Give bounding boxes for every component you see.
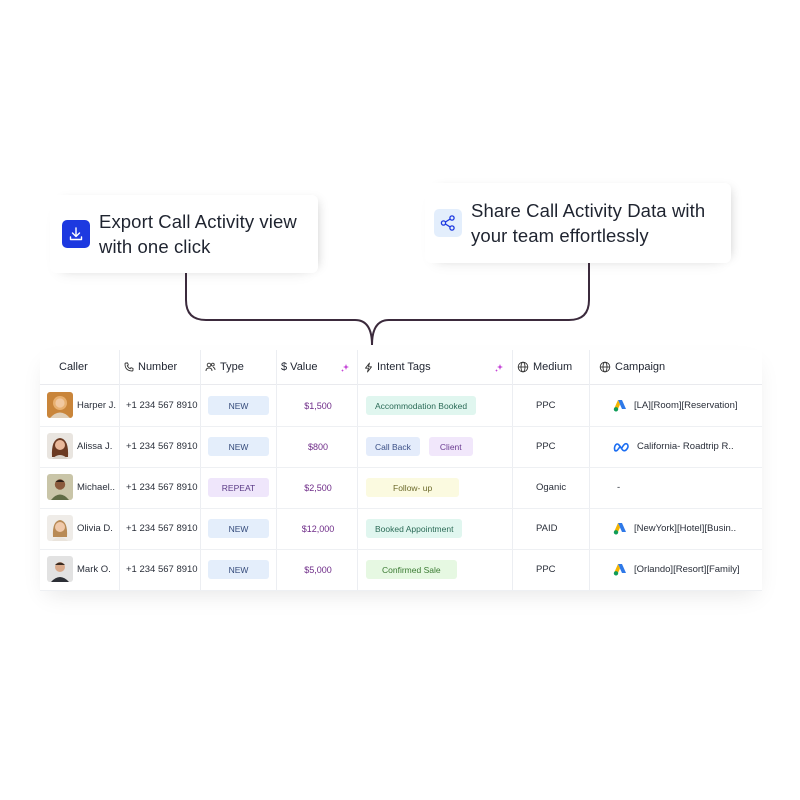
table-header: Caller Number Type $ Value Intent Tags M… [40,350,762,385]
globe-icon [517,361,529,373]
caller-number: +1 234 567 8910 [126,482,198,493]
avatar [47,433,73,459]
avatar [47,515,73,541]
campaign-name: [Orlando][Resort][Family] [634,564,740,575]
type-badge: NEW [208,437,269,456]
intent-tag[interactable]: Client [428,437,473,456]
header-caller[interactable]: Caller [59,350,88,384]
caller-name: Olivia D. [77,523,113,534]
bolt-icon [364,362,373,373]
sparkle-icon [494,360,504,378]
meta-icon [613,442,630,452]
globe-icon [599,361,611,373]
caller-name: Alissa J. [77,441,113,452]
header-value-label: $ Value [281,361,318,373]
campaign-name: [NewYork][Hotel][Busin.. [634,523,737,534]
caller-number: +1 234 567 8910 [126,523,198,534]
intent-tag[interactable]: Call Back [366,437,420,456]
header-medium-label: Medium [533,361,573,373]
avatar [47,556,73,582]
header-type[interactable]: Type [205,350,244,384]
caller-name: Harper J. [77,400,117,411]
users-icon [205,362,216,372]
caller-number: +1 234 567 8910 [126,400,198,411]
call-value: $12,000 [301,523,335,534]
type-badge: NEW [208,519,269,538]
type-badge: NEW [208,560,269,579]
phone-icon [124,362,134,372]
campaign-name: - [617,482,621,493]
avatar [47,474,73,500]
call-activity-table: Caller Number Type $ Value Intent Tags M… [40,350,762,591]
header-intent-label: Intent Tags [377,361,431,373]
table-row[interactable]: Mark O. +1 234 567 8910 NEW $5,000 Confi… [40,549,762,591]
medium-value: PPC [536,564,556,575]
caller-number: +1 234 567 8910 [126,441,198,452]
medium-value: PPC [536,400,556,411]
google-ads-icon [613,522,627,535]
table-row[interactable]: Harper J. +1 234 567 8910 NEW $1,500 Acc… [40,385,762,427]
header-value[interactable]: $ Value [281,350,318,384]
type-badge: REPEAT [208,478,269,497]
header-intent-tags[interactable]: Intent Tags [364,350,431,384]
google-ads-icon [613,563,627,576]
call-value: $5,000 [304,564,332,575]
header-number[interactable]: Number [124,350,177,384]
intent-tag[interactable]: Confirmed Sale [366,560,457,579]
medium-value: Oganic [536,482,567,493]
header-caller-label: Caller [59,361,88,373]
campaign-name: [LA][Room][Reservation] [634,400,738,411]
type-badge: NEW [208,396,269,415]
header-campaign[interactable]: Campaign [599,350,665,384]
sparkle-icon [340,360,350,378]
call-value: $800 [307,441,329,452]
intent-tag[interactable]: Booked Appointment [366,519,463,538]
caller-number: +1 234 567 8910 [126,564,198,575]
header-type-label: Type [220,361,244,373]
table-row[interactable]: Michael.. +1 234 567 8910 REPEAT $2,500 … [40,467,762,509]
medium-value: PPC [536,441,556,452]
table-row[interactable]: Olivia D. +1 234 567 8910 NEW $12,000 Bo… [40,508,762,550]
call-value: $2,500 [304,482,332,493]
header-campaign-label: Campaign [615,361,666,373]
campaign-name: California- Roadtrip R.. [637,441,734,452]
caller-name: Michael.. [77,482,116,493]
header-number-label: Number [138,361,178,373]
medium-value: PAID [536,523,558,534]
intent-tag[interactable]: Follow- up [366,478,460,497]
caller-name: Mark O. [77,564,111,575]
call-value: $1,500 [304,400,332,411]
intent-tag[interactable]: Accommodation Booked [366,396,477,415]
header-medium[interactable]: Medium [517,350,572,384]
avatar [47,392,73,418]
google-ads-icon [613,399,627,412]
table-row[interactable]: Alissa J. +1 234 567 8910 NEW $800 Call … [40,426,762,468]
